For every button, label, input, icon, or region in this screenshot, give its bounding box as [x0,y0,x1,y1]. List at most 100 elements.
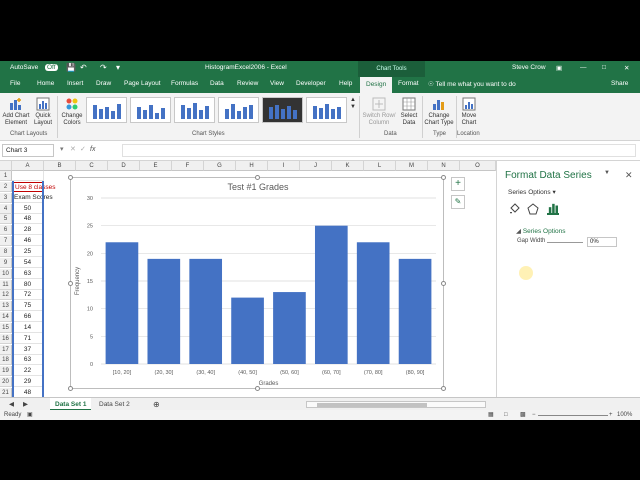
row-header[interactable]: 1 [0,171,12,181]
row-header[interactable]: 18 [0,355,12,366]
score-cell[interactable]: 37 [12,344,44,355]
tell-me-search[interactable]: ☉ Tell me what you want to do [428,80,516,88]
score-cell[interactable]: 46 [12,236,44,247]
tab-formulas[interactable]: Formulas [171,80,198,87]
tab-developer[interactable]: Developer [296,80,326,87]
move-chart-button[interactable]: Move Chart [458,97,480,127]
column-header[interactable]: H [236,161,268,171]
page-break-view-icon[interactable]: ▩ [520,410,526,420]
pane-close-icon[interactable]: ✕ [625,170,633,181]
chart-style-3[interactable] [174,97,215,123]
scroll-thumb[interactable] [317,403,427,407]
autosave-toggle[interactable]: Off [45,64,58,71]
tab-file[interactable]: File [10,80,20,87]
score-cell[interactable]: 25 [12,246,44,257]
row-header[interactable]: 16 [0,333,12,344]
insert-function-button[interactable]: fx [90,146,95,153]
tab-insert[interactable]: Insert [67,80,83,87]
normal-view-icon[interactable]: ▦ [488,410,494,420]
cell-a1[interactable] [12,171,44,181]
row-header[interactable]: 15 [0,322,12,333]
share-button[interactable]: Share [611,80,628,87]
tab-view[interactable]: View [270,80,284,87]
gap-width-input[interactable]: 0% [587,237,617,247]
chart-styles-brush-icon[interactable]: ✎ [451,195,465,209]
select-all-corner[interactable] [0,161,12,171]
tab-data[interactable]: Data [210,80,224,87]
cancel-icon[interactable]: ✕ [70,145,76,153]
ribbon-display-icon[interactable]: ▣ [556,64,562,72]
row-header[interactable]: 3 [0,192,12,203]
minimize-icon[interactable]: — [580,64,587,71]
score-cell[interactable]: 29 [12,377,44,388]
row-header[interactable]: 17 [0,344,12,355]
redo-icon[interactable]: ↷ [100,63,107,72]
column-header[interactable]: E [140,161,172,171]
histogram-bar[interactable] [189,258,223,364]
resize-handle[interactable] [441,281,446,286]
resize-handle[interactable] [68,281,73,286]
row-header[interactable]: 4 [0,203,12,214]
tab-help[interactable]: Help [339,80,352,87]
row-header[interactable]: 12 [0,290,12,301]
chart-style-5[interactable] [262,97,303,123]
resize-handle[interactable] [68,175,73,180]
score-cell[interactable]: 48 [12,214,44,225]
column-header[interactable]: K [332,161,364,171]
row-header[interactable]: 2 [0,181,12,192]
score-cell[interactable]: 63 [12,268,44,279]
score-cell[interactable]: 14 [12,322,44,333]
autosave-label[interactable]: AutoSave [10,64,38,71]
histogram-bar[interactable] [147,258,181,364]
switch-row-column-button[interactable]: Switch Row/ Column [361,97,397,127]
score-cell[interactable]: 63 [12,355,44,366]
column-header[interactable]: I [268,161,300,171]
column-header[interactable]: B [44,161,76,171]
column-header[interactable]: M [396,161,428,171]
undo-icon[interactable]: ↶ [80,63,87,72]
tab-review[interactable]: Review [237,80,258,87]
zoom-out-icon[interactable]: − [532,410,536,420]
score-cell[interactable]: 75 [12,301,44,312]
score-cell[interactable]: 72 [12,290,44,301]
row-header[interactable]: 21 [0,388,12,397]
fill-line-icon[interactable] [508,203,520,215]
column-header[interactable]: D [108,161,140,171]
series-options-icon[interactable] [547,203,559,215]
row-header[interactable]: 6 [0,225,12,236]
score-cell[interactable]: 48 [12,388,44,397]
tab-draw[interactable]: Draw [96,80,111,87]
quick-layout-button[interactable]: Quick Layout [32,97,54,127]
histogram-bar[interactable] [314,225,348,364]
resize-handle[interactable] [68,386,73,391]
series-options-section[interactable]: ◢ Series Options [516,227,565,235]
save-icon[interactable]: 💾 [66,63,76,72]
zoom-in-icon[interactable]: + [609,410,613,420]
user-name[interactable]: Steve Crow [512,64,546,71]
score-cell[interactable]: 22 [12,366,44,377]
column-header[interactable]: O [460,161,496,171]
row-header[interactable]: 9 [0,257,12,268]
zoom-level[interactable]: 100% [617,410,632,420]
macro-record-icon[interactable]: ▣ [27,410,33,420]
row-header[interactable]: 5 [0,214,12,225]
histogram-bar[interactable] [356,242,390,364]
resize-handle[interactable] [255,175,260,180]
column-header[interactable]: L [364,161,396,171]
score-cell[interactable]: 66 [12,312,44,323]
histogram-bar[interactable] [273,292,306,364]
tab-page-layout[interactable]: Page Layout [124,80,161,87]
tab-format[interactable]: Format [398,80,419,87]
add-chart-element-button[interactable]: Add Chart Element [2,97,30,127]
chart-style-1[interactable] [86,97,127,123]
column-header[interactable]: A [12,161,44,171]
horizontal-scrollbar[interactable] [306,401,486,408]
column-header[interactable]: G [204,161,236,171]
zoom-slider[interactable] [538,415,608,416]
histogram-bar[interactable] [231,297,264,364]
series-options-dropdown[interactable]: Series Options ▾ [508,188,556,196]
resize-handle[interactable] [255,386,260,391]
page-layout-view-icon[interactable]: □ [504,410,508,420]
row-header[interactable]: 11 [0,279,12,290]
effects-icon[interactable] [527,203,539,215]
